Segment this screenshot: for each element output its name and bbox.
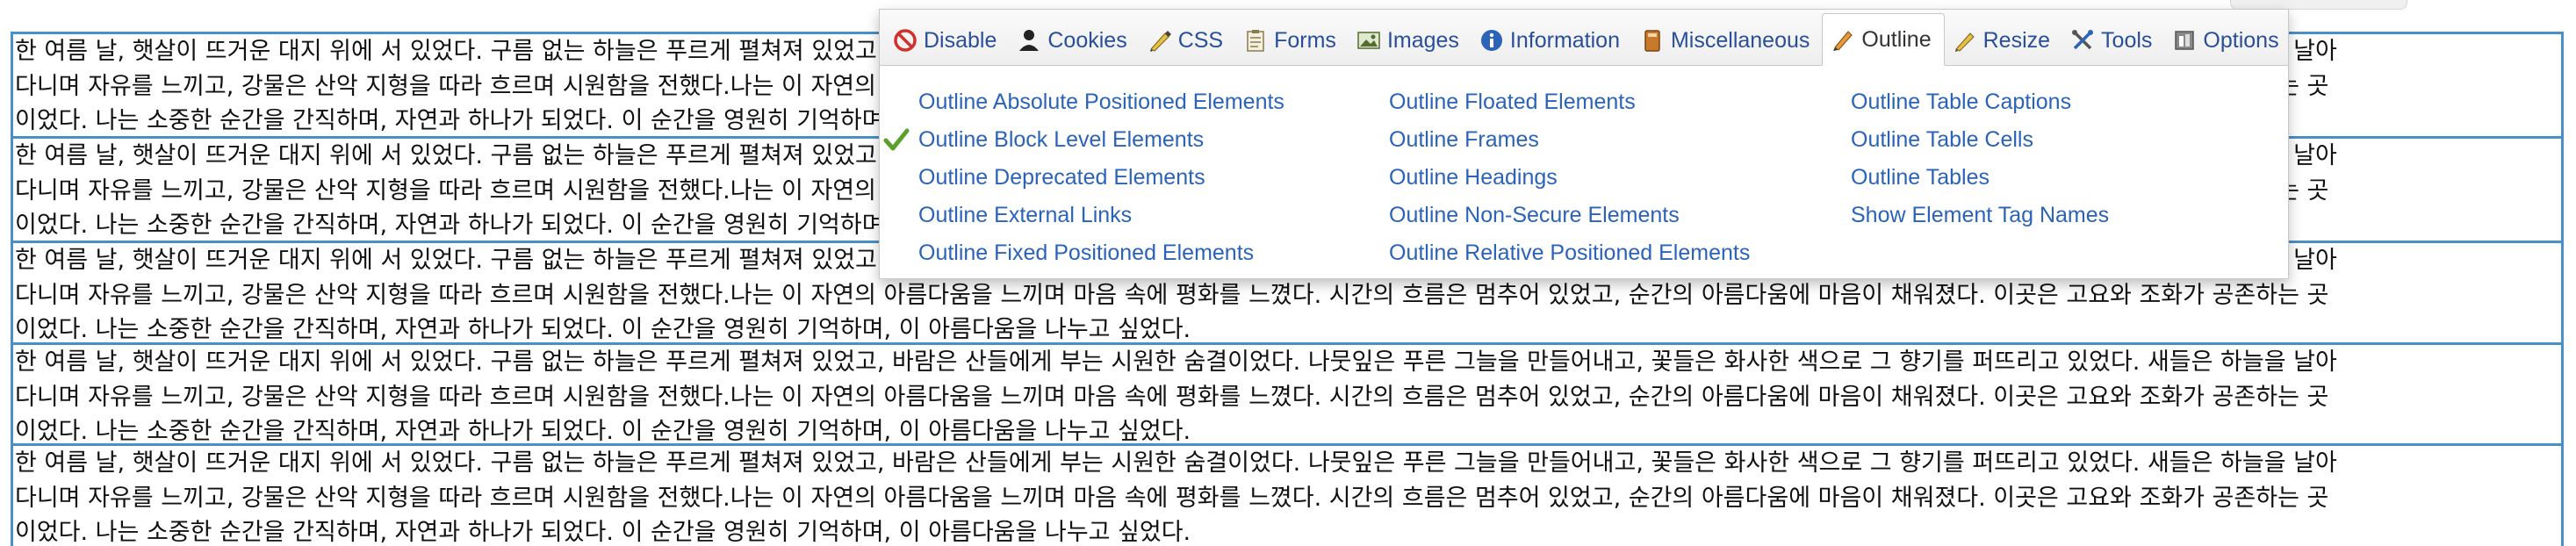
tab-outline[interactable]: Outline [1822, 13, 1945, 66]
tab-label: Outline [1861, 26, 1932, 52]
menu-item-outline-fixed-positioned-elements[interactable]: Outline Fixed Positioned Elements [918, 234, 1284, 272]
menu-item-show-element-tag-names[interactable]: Show Element Tag Names [1851, 197, 2109, 234]
paragraph-line: 이었다. 나는 소중한 순간을 간직하며, 자연과 하나가 되었다. 이 순간을… [15, 519, 1191, 546]
tab-cookies[interactable]: Cookies [1009, 16, 1139, 65]
tools-icon [2069, 27, 2096, 54]
menu-item-outline-floated-elements[interactable]: Outline Floated Elements [1389, 83, 1750, 121]
menu-item-outline-tables[interactable]: Outline Tables [1851, 159, 2109, 197]
tab-label: CSS [1177, 27, 1224, 53]
tab-label: Disable [924, 27, 997, 53]
outline-menu-panel: Outline Absolute Positioned Elements Out… [880, 68, 2288, 278]
options-icon [2171, 27, 2198, 54]
outline-menu-column: Outline Absolute Positioned Elements Out… [883, 83, 1284, 272]
menu-item-label: Outline Block Level Elements [918, 127, 1205, 152]
paragraph-line: 한 여름 날, 햇살이 뜨거운 대지 위에 서 있었다. 구름 없는 하늘은 푸… [15, 449, 2337, 477]
paragraph-line: 다니며 자유를 느끼고, 강물은 산악 지형을 따라 흐르며 시원함을 전했다.… [15, 484, 2329, 512]
tab-disable[interactable]: Disable [885, 16, 1009, 65]
css-icon [1147, 27, 1173, 54]
cookies-icon [1016, 27, 1042, 54]
tab-label: Information [1509, 27, 1620, 53]
outlined-paragraph: 한 여름 날, 햇살이 뜨거운 대지 위에 서 있었다. 구름 없는 하늘은 푸… [11, 342, 2564, 452]
information-icon [1479, 27, 1505, 54]
menu-item-label: Outline External Links [918, 203, 1133, 227]
menu-item-label: Outline Table Captions [1851, 90, 2072, 114]
menu-item-label: Outline Frames [1389, 127, 1539, 152]
menu-item-outline-table-cells[interactable]: Outline Table Cells [1851, 121, 2109, 159]
menu-item-outline-frames[interactable]: Outline Frames [1389, 121, 1750, 159]
menu-item-label: Outline Non-Secure Elements [1389, 203, 1680, 227]
tab-label: Resize [1982, 27, 2051, 53]
menu-item-outline-non-secure-elements[interactable]: Outline Non-Secure Elements [1389, 197, 1750, 234]
outline-menu-column: Outline Floated Elements Outline Frames … [1389, 83, 1750, 272]
menu-item-label: Outline Table Cells [1851, 127, 2033, 152]
page: 한 여름 날, 햇살이 뜨거운 대지 위에 서 있었다. 구름 없는 하늘은 푸… [0, 0, 2576, 546]
resize-icon [1952, 27, 1978, 54]
tab-resize[interactable]: Resize [1945, 16, 2062, 65]
menu-item-label: Outline Absolute Positioned Elements [918, 90, 1284, 114]
paragraph-line: 다니며 자유를 느끼고, 강물은 산악 지형을 따라 흐르며 시원함을 전했다.… [15, 281, 2329, 309]
disable-icon [892, 27, 918, 54]
tab-css[interactable]: CSS [1140, 16, 1235, 65]
tab-forms[interactable]: Forms [1235, 16, 1349, 65]
menu-item-label: Show Element Tag Names [1851, 203, 2110, 227]
tab-label: Images [1386, 27, 1459, 53]
web-developer-menu: Disable Cookies CSS Forms Images Informa… [879, 9, 2289, 279]
tab-options[interactable]: Options [2164, 16, 2291, 65]
menu-item-outline-absolute-positioned-elements[interactable]: Outline Absolute Positioned Elements [918, 83, 1284, 121]
checkmark-icon [883, 128, 910, 151]
tab-information[interactable]: Information [1471, 16, 1632, 65]
tab-miscellaneous[interactable]: Miscellaneous [1632, 16, 1822, 65]
menu-item-label: Outline Headings [1389, 165, 1558, 190]
menu-item-outline-block-level-elements[interactable]: Outline Block Level Elements [883, 121, 1284, 159]
menu-item-label: Outline Tables [1851, 165, 1990, 190]
menu-item-outline-headings[interactable]: Outline Headings [1389, 159, 1750, 197]
menu-item-outline-deprecated-elements[interactable]: Outline Deprecated Elements [918, 159, 1284, 197]
images-icon [1356, 27, 1382, 54]
paragraph-line: 한 여름 날, 햇살이 뜨거운 대지 위에 서 있었다. 구름 없는 하늘은 푸… [15, 348, 2337, 376]
tab-label: Cookies [1047, 27, 1127, 53]
forms-icon [1242, 27, 1269, 54]
menu-item-label: Outline Floated Elements [1389, 90, 1636, 114]
tab-label: Forms [1274, 27, 1336, 53]
outlined-paragraph: 한 여름 날, 햇살이 뜨거운 대지 위에 서 있었다. 구름 없는 하늘은 푸… [11, 443, 2564, 546]
tab-tools[interactable]: Tools [2062, 16, 2164, 65]
menu-item-label: Outline Fixed Positioned Elements [918, 241, 1255, 265]
outline-menu-column: Outline Table Captions Outline Table Cel… [1851, 83, 2109, 234]
menu-item-outline-table-captions[interactable]: Outline Table Captions [1851, 83, 2109, 121]
tab-label: Tools [2101, 27, 2153, 53]
tab-images[interactable]: Images [1349, 16, 1471, 65]
menu-item-label: Outline Deprecated Elements [918, 165, 1205, 190]
paragraph-line: 다니며 자유를 느끼고, 강물은 산악 지형을 따라 흐르며 시원함을 전했다.… [15, 383, 2329, 411]
web-developer-tab-bar: Disable Cookies CSS Forms Images Informa… [880, 10, 2288, 66]
miscellaneous-icon [1639, 27, 1666, 54]
outline-icon [1830, 26, 1856, 53]
menu-item-outline-external-links[interactable]: Outline External Links [918, 197, 1284, 234]
menu-item-label: Outline Relative Positioned Elements [1389, 241, 1751, 265]
tab-label: Miscellaneous [1670, 27, 1810, 53]
menu-item-outline-relative-positioned-elements[interactable]: Outline Relative Positioned Elements [1389, 234, 1750, 272]
tab-label: Options [2203, 27, 2279, 53]
